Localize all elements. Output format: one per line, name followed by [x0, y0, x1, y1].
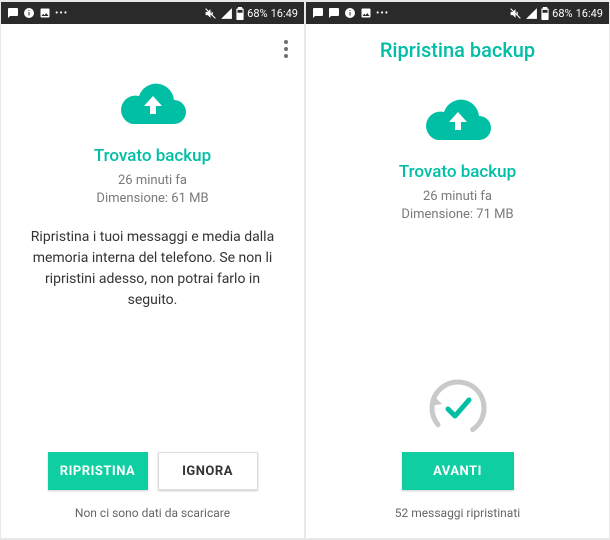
status-right-icons: 68% 16:49: [204, 7, 298, 20]
chat-icon: [7, 7, 19, 19]
image-icon: [360, 7, 372, 19]
battery-icon: [541, 7, 549, 20]
next-button[interactable]: AVANTI: [402, 452, 514, 490]
status-right-icons: 68% 16:49: [509, 7, 603, 20]
chat-icon: [312, 7, 324, 19]
clock: 16:49: [576, 7, 603, 20]
backup-time-ago: 26 minuti fa: [423, 189, 492, 204]
battery-percent: 68%: [247, 7, 267, 20]
image-icon: [39, 7, 51, 19]
info-icon: [344, 7, 356, 19]
status-left-icons: •••: [7, 7, 68, 19]
restore-complete-icon: [426, 376, 490, 440]
clock: 16:49: [271, 7, 298, 20]
signal-icon: [220, 7, 233, 20]
ignore-button[interactable]: IGNORA: [158, 452, 258, 490]
bottom-caption: Non ci sono dati da scaricare: [75, 506, 230, 520]
more-notifications-icon: •••: [55, 8, 68, 19]
overflow-menu-icon[interactable]: [280, 36, 292, 62]
info-icon: [23, 7, 35, 19]
mute-icon: [204, 7, 217, 20]
phone-screen-left: ••• 68% 16:49: [1, 2, 304, 538]
backup-size: Dimensione: 71 MB: [401, 207, 513, 222]
battery-percent: 68%: [552, 7, 572, 20]
status-bar: ••• 68% 16:49: [1, 2, 304, 24]
more-notifications-icon: •••: [376, 8, 389, 19]
backup-size: Dimensione: 61 MB: [96, 191, 208, 206]
backup-found-heading: Trovato backup: [399, 162, 516, 182]
cloud-upload-icon: [423, 96, 493, 148]
chat-icon-2: [328, 7, 340, 19]
signal-icon: [525, 7, 538, 20]
status-left-icons: •••: [312, 7, 389, 19]
backup-found-heading: Trovato backup: [94, 146, 211, 166]
status-bar: ••• 68% 16:49: [306, 2, 609, 24]
backup-meta: 26 minuti fa Dimensione: 61 MB: [96, 172, 208, 207]
backup-time-ago: 26 minuti fa: [118, 173, 187, 188]
bottom-caption: 52 messaggi ripristinati: [395, 506, 520, 520]
page-title: Ripristina backup: [380, 38, 535, 62]
mute-icon: [509, 7, 522, 20]
button-row: RIPRISTINA IGNORA: [48, 452, 258, 490]
restore-description: Ripristina i tuoi messaggi e media dalla…: [13, 227, 292, 311]
cloud-upload-icon: [118, 80, 188, 132]
battery-icon: [236, 7, 244, 20]
restore-button[interactable]: RIPRISTINA: [48, 452, 148, 490]
backup-meta: 26 minuti fa Dimensione: 71 MB: [401, 188, 513, 223]
phone-screen-right: ••• 68% 16:49 Ripristina backup: [306, 2, 609, 538]
